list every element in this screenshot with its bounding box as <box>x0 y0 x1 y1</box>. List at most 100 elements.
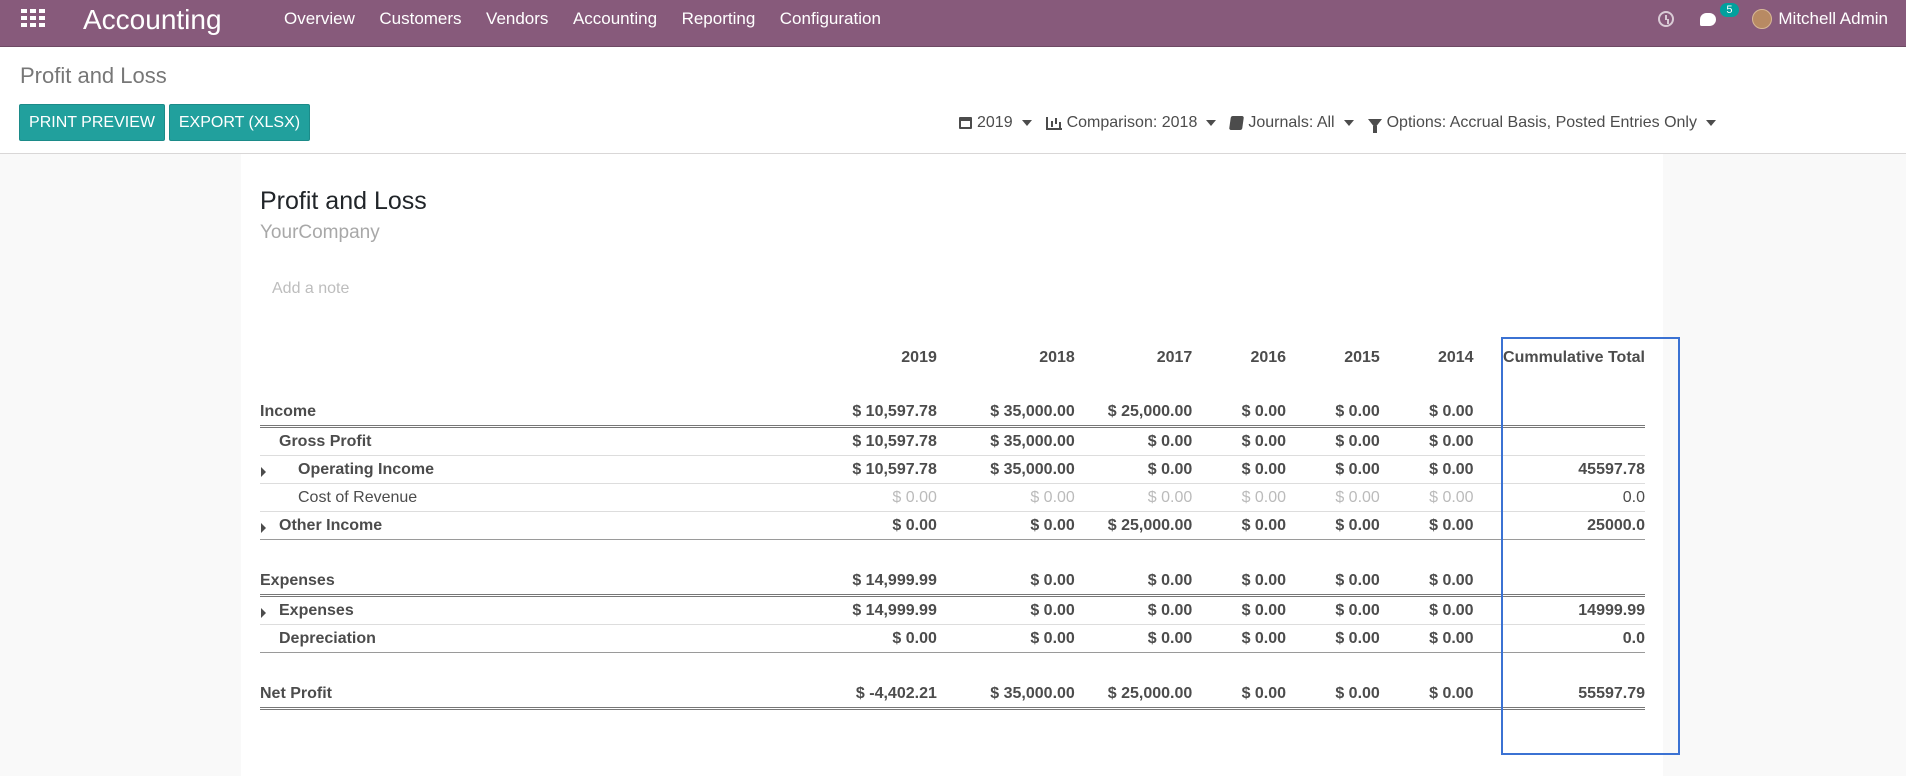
menu-item-configuration[interactable]: Configuration <box>780 9 881 29</box>
table-row-expenses[interactable]: Expenses $ 14,999.99 $ 0.00 $ 0.00 $ 0.0… <box>260 595 1645 625</box>
menu-item-vendors[interactable]: Vendors <box>486 9 548 29</box>
cell-value: $ 0.00 <box>1286 624 1380 653</box>
cell-value: $ 0.00 <box>1192 511 1287 540</box>
caret-down-icon <box>1343 120 1354 126</box>
cell-value: $ 0.00 <box>1074 567 1193 597</box>
row-label: Other Income <box>279 516 383 534</box>
caret-right-icon[interactable] <box>261 522 266 533</box>
column-header-row: 2019 2018 2017 2016 2015 2014 Cummulativ… <box>260 344 1645 371</box>
column-header: 2017 <box>1156 348 1193 366</box>
breadcrumb: Profit and Loss <box>20 63 167 88</box>
menu-item-overview[interactable]: Overview <box>284 9 355 29</box>
cell-value: $ 0.00 <box>1286 426 1380 456</box>
cell-value: $ 0.00 <box>1074 426 1193 456</box>
comparison-filter-label: Comparison: 2018 <box>1066 114 1198 131</box>
journals-filter[interactable]: Journals: All <box>1229 114 1354 132</box>
options-filter[interactable]: Options: Accrual Basis, Posted Entries O… <box>1367 114 1716 133</box>
period-filter[interactable]: 2019 <box>959 114 1032 132</box>
cell-value: $ 0.00 <box>1074 624 1193 653</box>
caret-right-icon[interactable] <box>261 607 266 618</box>
cell-value: $ 10,597.78 <box>798 398 937 428</box>
report-table: 2019 2018 2017 2016 2015 2014 Cummulativ… <box>260 344 1645 710</box>
cell-value: $ 0.00 <box>1192 483 1287 512</box>
column-header: 2019 <box>901 348 937 366</box>
apps-grid-icon[interactable] <box>21 9 45 27</box>
cell-value: $ 0.00 <box>1379 511 1474 540</box>
table-row-net-profit[interactable]: Net Profit $ -4,402.21 $ 35,000.00 $ 25,… <box>260 680 1645 710</box>
export-xlsx-button[interactable]: EXPORT (XLSX) <box>169 104 310 141</box>
cell-value: $ 35,000.00 <box>936 398 1075 428</box>
clock-icon[interactable] <box>1658 11 1675 27</box>
chat-icon <box>1700 12 1717 26</box>
table-row-operating-income[interactable]: Operating Income $ 10,597.78 $ 35,000.00… <box>260 455 1645 484</box>
row-label: Expenses <box>260 567 799 597</box>
report-company: YourCompany <box>260 222 380 243</box>
print-preview-button[interactable]: PRINT PREVIEW <box>19 104 165 141</box>
table-row-gross-profit[interactable]: Gross Profit $ 10,597.78 $ 35,000.00 $ 0… <box>260 426 1645 456</box>
table-row-income[interactable]: Income $ 10,597.78 $ 35,000.00 $ 25,000.… <box>260 398 1645 428</box>
cell-value: $ 0.00 <box>1192 455 1287 484</box>
caret-right-icon[interactable] <box>261 466 266 477</box>
journals-filter-label: Journals: All <box>1248 114 1335 131</box>
filter-icon <box>1367 118 1382 133</box>
caret-down-icon <box>1206 120 1217 126</box>
period-filter-label: 2019 <box>977 114 1013 131</box>
cell-value: $ 0.00 <box>798 511 937 540</box>
messaging-menu[interactable]: 5 <box>1700 2 1739 26</box>
control-panel: Profit and Loss PRINT PREVIEW EXPORT (XL… <box>0 47 1906 154</box>
cell-value: $ 35,000.00 <box>936 455 1075 484</box>
cell-value: $ 0.00 <box>1192 398 1287 428</box>
cell-value: $ 0.00 <box>1286 483 1380 512</box>
cell-value: $ 0.00 <box>798 483 937 512</box>
cell-total <box>1473 567 1645 597</box>
table-row-depreciation[interactable]: Depreciation $ 0.00 $ 0.00 $ 0.00 $ 0.00… <box>260 624 1645 653</box>
row-label: Expenses <box>279 601 354 619</box>
top-navbar: Accounting Overview Customers Vendors Ac… <box>0 0 1906 47</box>
cell-value: $ 0.00 <box>936 624 1075 653</box>
cell-total: 0.0 <box>1473 624 1645 653</box>
chat-badge: 5 <box>1720 2 1739 17</box>
cell-value: $ 0.00 <box>1286 511 1380 540</box>
menu-item-reporting[interactable]: Reporting <box>682 9 756 29</box>
cell-value: $ 0.00 <box>1379 398 1474 428</box>
cell-value: $ 14,999.99 <box>798 567 937 597</box>
app-title[interactable]: Accounting <box>83 2 222 38</box>
cell-value: $ 10,597.78 <box>798 426 937 456</box>
cell-value: $ 0.00 <box>1286 567 1380 597</box>
cell-value: $ 25,000.00 <box>1074 680 1193 710</box>
cell-value: $ 0.00 <box>1192 567 1287 597</box>
menu-item-customers[interactable]: Customers <box>379 9 461 29</box>
cell-value: $ 35,000.00 <box>936 680 1075 710</box>
cell-value: $ 25,000.00 <box>1074 511 1193 540</box>
systray: 5 Mitchell Admin <box>1658 0 1906 38</box>
row-label: Depreciation <box>279 629 376 647</box>
cell-value: $ 0.00 <box>1074 595 1193 625</box>
cell-value: $ 0.00 <box>1379 483 1474 512</box>
bar-chart-icon <box>1045 116 1062 130</box>
calendar-icon <box>959 117 972 129</box>
table-row-expenses-section[interactable]: Expenses $ 14,999.99 $ 0.00 $ 0.00 $ 0.0… <box>260 567 1645 597</box>
column-header: 2018 <box>1039 348 1075 366</box>
cell-value: $ 14,999.99 <box>798 595 937 625</box>
report-title: Profit and Loss <box>260 187 427 215</box>
user-menu[interactable]: Mitchell Admin <box>1752 9 1888 29</box>
menu-item-accounting[interactable]: Accounting <box>573 9 657 29</box>
add-note-field[interactable]: Add a note <box>272 280 349 298</box>
table-row-other-income[interactable]: Other Income $ 0.00 $ 0.00 $ 25,000.00 $… <box>260 511 1645 540</box>
cell-total: 45597.78 <box>1473 455 1645 484</box>
cell-value: $ 0.00 <box>936 511 1075 540</box>
cell-total: 0.0 <box>1473 483 1645 512</box>
cell-value: $ 0.00 <box>936 567 1075 597</box>
column-header: 2015 <box>1344 348 1380 366</box>
cell-value: $ 0.00 <box>1286 455 1380 484</box>
table-row-cost-of-revenue[interactable]: Cost of Revenue $ 0.00 $ 0.00 $ 0.00 $ 0… <box>260 483 1645 512</box>
cell-value: $ 0.00 <box>936 595 1075 625</box>
cell-value: $ 35,000.00 <box>936 426 1075 456</box>
cell-value: $ 0.00 <box>1379 455 1474 484</box>
cell-total: 25000.0 <box>1473 511 1645 540</box>
comparison-filter[interactable]: Comparison: 2018 <box>1045 114 1217 132</box>
cell-value: $ -4,402.21 <box>798 680 937 710</box>
user-name: Mitchell Admin <box>1778 9 1888 28</box>
cell-value: $ 0.00 <box>1192 426 1287 456</box>
cell-value: $ 0.00 <box>1379 680 1474 710</box>
